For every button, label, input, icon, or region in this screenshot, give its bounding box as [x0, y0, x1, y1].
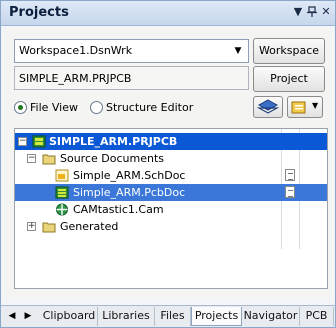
project-field: SIMPLE_ARM.PRJPCB: [14, 66, 249, 90]
structure-editor-radio[interactable]: Structure Editor: [90, 99, 193, 115]
collapse-icon[interactable]: −: [18, 137, 27, 146]
pin-icon[interactable]: [305, 5, 319, 19]
structure-editor-radio-circle[interactable]: [90, 100, 103, 114]
chevron-down-icon[interactable]: ▼: [230, 42, 246, 60]
collapse-icon[interactable]: −: [27, 154, 36, 163]
structure-editor-label: Structure Editor: [106, 100, 194, 114]
file-view-radio-circle[interactable]: [14, 100, 27, 114]
tab-scroll-left-icon[interactable]: ◀: [5, 309, 19, 323]
tree-row-file[interactable]: CAMtastic1.Cam: [15, 201, 327, 218]
file-view-label: File View: [30, 100, 79, 114]
folder-label: Source Documents: [60, 152, 164, 165]
project-button[interactable]: Project: [253, 66, 325, 92]
tab-pcb[interactable]: PCB: [300, 307, 334, 326]
file-label: CAMtastic1.Cam: [73, 203, 164, 216]
file-label: Simple_ARM.SchDoc: [73, 169, 186, 182]
workspace-select[interactable]: Workspace1.DsnWrk ▼: [14, 39, 249, 63]
tab-scroll-right-icon[interactable]: ▶: [21, 309, 35, 323]
tree-row-file[interactable]: Simple_ARM.SchDoc: [15, 167, 327, 184]
pcb-project-icon: [32, 135, 46, 148]
schematic-doc-icon: [55, 169, 69, 182]
tab-files[interactable]: Files: [155, 307, 191, 326]
file-view-radio[interactable]: File View: [14, 99, 78, 115]
tab-libraries[interactable]: Libraries: [98, 307, 155, 326]
panel-title: Projects: [9, 5, 69, 20]
folder-label: Generated: [60, 220, 119, 233]
layers-icon: [256, 99, 280, 114]
panel-tab-bar: ◀ ▶ Clipboard Libraries Files Projects N…: [1, 305, 335, 327]
tree-row-file-selected[interactable]: Simple_ARM.PcbDoc: [15, 184, 327, 201]
tree-row-root[interactable]: − SIMPLE_ARM.PRJPCB: [15, 133, 327, 150]
file-label: Simple_ARM.PcbDoc: [73, 186, 186, 199]
folder-open-icon: [42, 154, 56, 165]
panel-body: Workspace1.DsnWrk ▼ Workspace SIMPLE_ARM…: [4, 28, 332, 298]
pcb-doc-icon: [55, 186, 69, 199]
projects-panel: Projects ▼ ✕ Workspace1.DsnWrk ▼ Workspa…: [0, 0, 336, 328]
panel-titlebar: Projects ▼ ✕: [1, 1, 335, 26]
cam-doc-icon: [56, 203, 68, 216]
tab-projects[interactable]: Projects: [191, 307, 242, 326]
tree-root-label: SIMPLE_ARM.PRJPCB: [49, 135, 178, 148]
tree-row-folder[interactable]: − Source Documents: [15, 150, 327, 167]
project-tree[interactable]: − SIMPLE_ARM.PRJPCB − Source Documents S…: [14, 128, 328, 289]
workspace-button[interactable]: Workspace: [253, 38, 325, 64]
triangle-down-icon[interactable]: ▼: [291, 5, 305, 19]
tab-clipboard[interactable]: Clipboard: [41, 307, 98, 326]
folder-icon: [42, 222, 56, 233]
workspace-select-value: Workspace1.DsnWrk: [19, 44, 133, 57]
document-status-icon: [285, 186, 295, 198]
tree-row-folder[interactable]: + Generated: [15, 218, 327, 235]
layers-button[interactable]: [253, 96, 283, 118]
close-icon[interactable]: ✕: [319, 5, 333, 19]
tab-navigator[interactable]: Navigator: [242, 307, 300, 326]
chevron-down-icon[interactable]: ▼: [312, 101, 318, 110]
expand-icon[interactable]: +: [27, 222, 36, 231]
options-button[interactable]: ▼: [287, 96, 323, 118]
document-status-icon: [285, 169, 295, 181]
folder-options-icon: [291, 101, 306, 114]
project-field-value: SIMPLE_ARM.PRJPCB: [19, 72, 132, 85]
